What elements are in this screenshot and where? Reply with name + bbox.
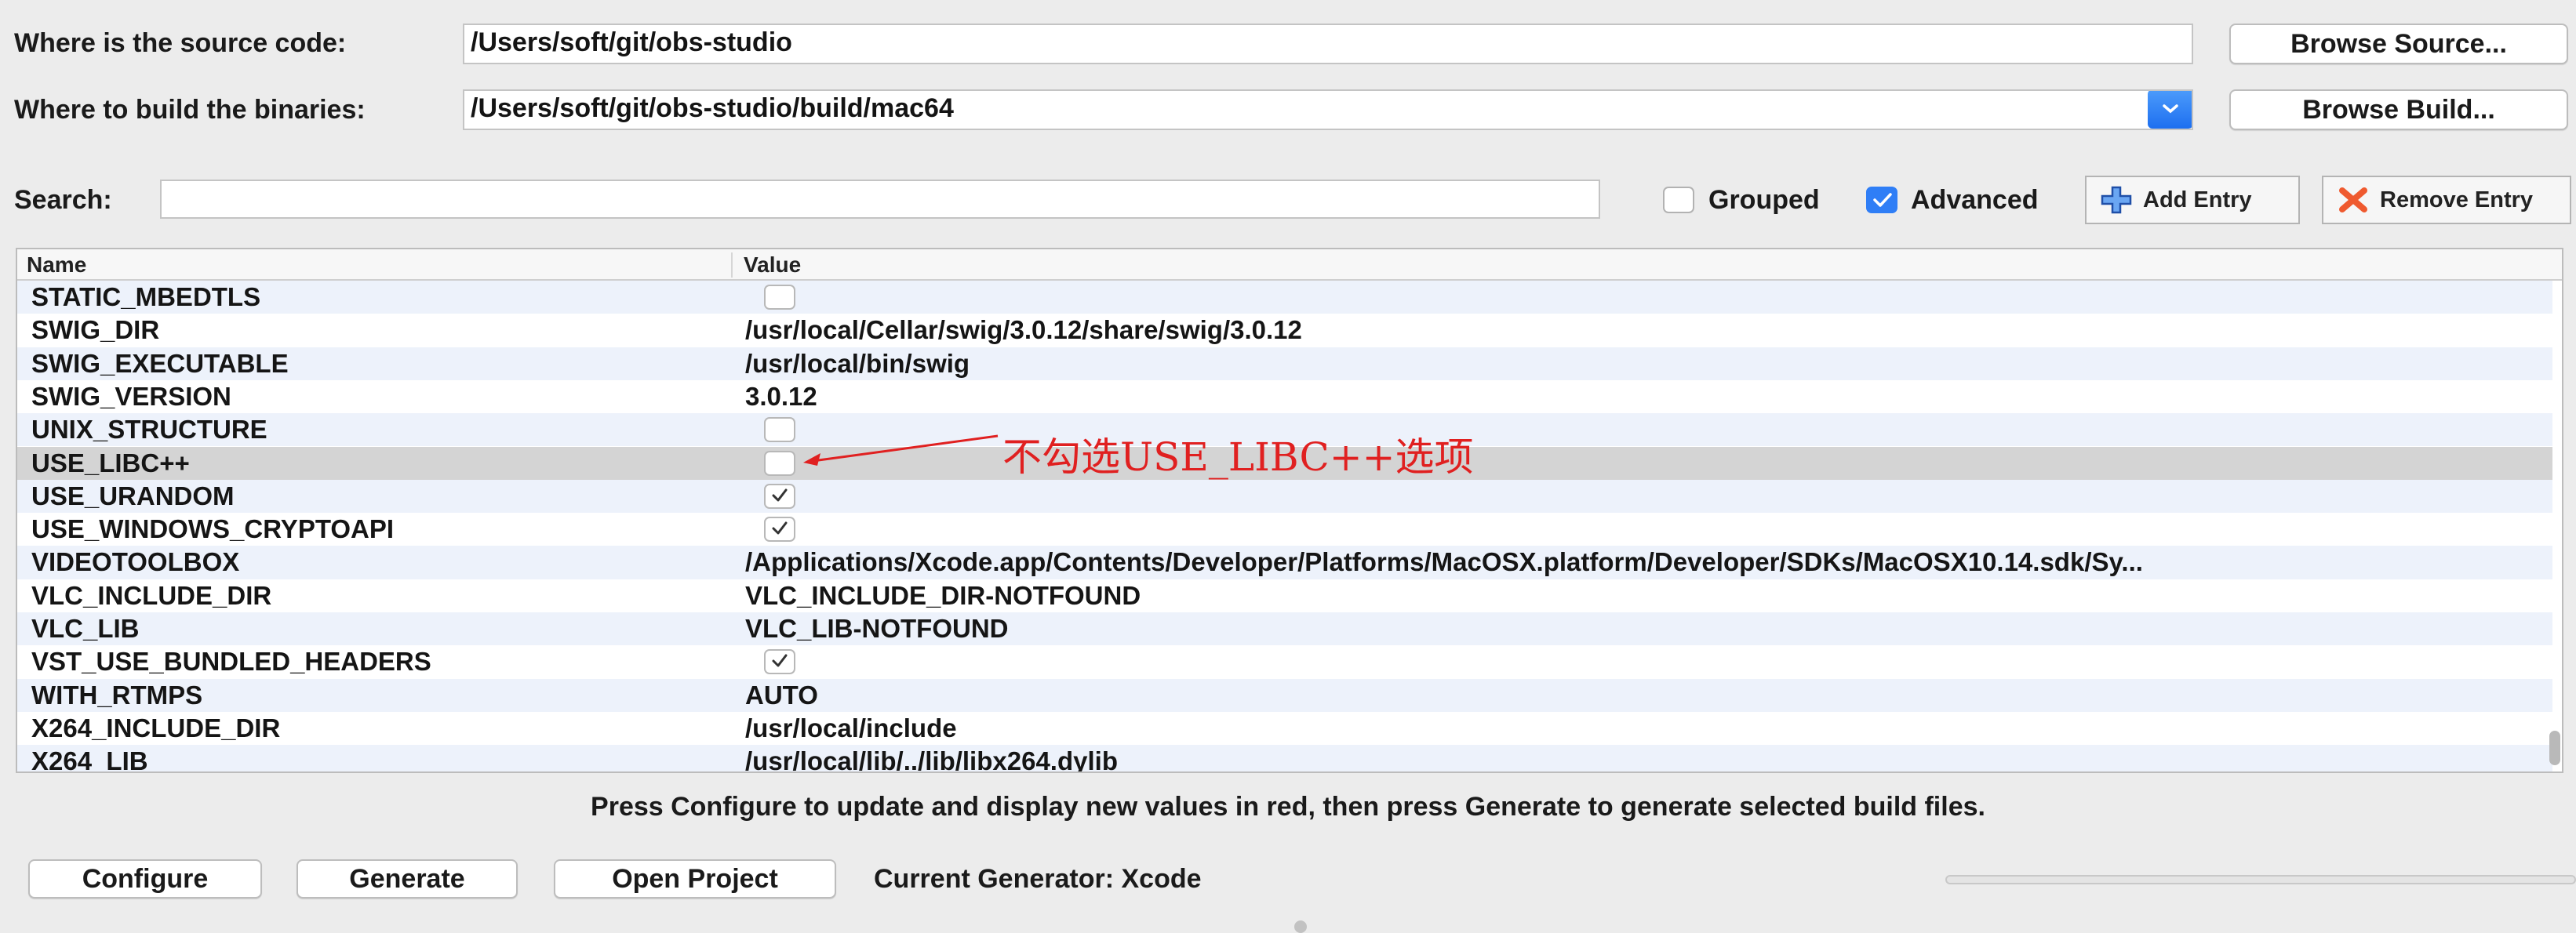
remove-x-icon [2338,186,2369,214]
column-header-value[interactable]: Value [744,252,801,278]
scroll-thumb[interactable] [2549,731,2560,765]
table-row[interactable]: STATIC_MBEDTLS [17,281,2552,314]
cell-name: VIDEOTOOLBOX [31,547,240,577]
remove-entry-label: Remove Entry [2380,187,2534,212]
build-path-value: /Users/soft/git/obs-studio/build/mac64 [471,93,954,123]
cell-name: USE_URANDOM [31,481,235,510]
cell-value[interactable]: /Applications/Xcode.app/Contents/Develop… [745,546,2545,579]
column-divider[interactable] [731,252,733,278]
cell-name: SWIG_DIR [31,315,160,345]
table-row[interactable]: VLC_LIB VLC_LIB-NOTFOUND [17,612,2552,646]
cell-name: STATIC_MBEDTLS [31,282,261,311]
build-label: Where to build the binaries: [14,95,366,125]
cell-name: USE_LIBC++ [31,448,190,477]
table-row[interactable]: SWIG_VERSION 3.0.12 [17,380,2552,413]
cell-name: VLC_LIB [31,614,140,643]
advanced-label: Advanced [1911,185,2039,215]
grouped-checkbox[interactable] [1663,187,1694,213]
column-header-name[interactable]: Name [27,252,86,278]
cell-value[interactable]: AUTO [745,679,2545,712]
cell-name: USE_WINDOWS_CRYPTOAPI [31,514,395,544]
table-row[interactable]: SWIG_EXECUTABLE/usr/local/bin/swig [17,347,2552,380]
remove-entry-button[interactable]: Remove Entry [2322,176,2571,224]
plus-icon [2101,186,2132,214]
table-row[interactable]: VST_USE_BUNDLED_HEADERS [17,645,2552,678]
chevron-down-icon[interactable] [2148,91,2192,129]
cell-value[interactable]: /usr/local/lib/../lib/libx264.dylib [745,745,2545,771]
search-input[interactable] [160,180,1600,219]
cell-name: UNIX_STRUCTURE [31,415,267,445]
value-checkbox[interactable] [764,517,795,543]
value-checkbox[interactable] [764,285,795,310]
configure-button[interactable]: Configure [28,859,262,899]
current-generator: Current Generator: Xcode [874,864,1202,894]
source-label: Where is the source code: [14,28,347,58]
advanced-checkbox[interactable] [1866,187,1897,213]
search-label: Search: [14,185,112,215]
cell-value[interactable]: /usr/local/include [745,712,2545,745]
cell-value[interactable]: /usr/local/bin/swig [745,347,2545,380]
table-row[interactable]: VIDEOTOOLBOX/Applications/Xcode.app/Cont… [17,546,2552,579]
cell-value[interactable]: /usr/local/Cellar/swig/3.0.12/share/swig… [745,314,2545,347]
cell-name: X264_INCLUDE_DIR [31,713,281,742]
browse-source-button[interactable]: Browse Source... [2229,24,2568,64]
value-checkbox[interactable] [764,450,795,476]
table-header: Name Value [17,249,2562,281]
annotation-arrow-icon [803,434,999,466]
cell-name: VST_USE_BUNDLED_HEADERS [31,647,431,677]
table-row[interactable]: VLC_INCLUDE_DIR VLC_INCLUDE_DIR-NOTFOUND [17,579,2552,612]
build-path-combo[interactable]: /Users/soft/git/obs-studio/build/mac64 [463,89,2193,130]
browse-build-button[interactable]: Browse Build... [2229,89,2568,130]
value-checkbox[interactable] [764,483,795,509]
value-checkbox[interactable] [764,649,795,675]
cache-table[interactable]: Name Value STATIC_MBEDTLS SWIG_DIR/usr/lo… [16,248,2563,773]
value-checkbox[interactable] [764,417,795,443]
cell-value[interactable]: VLC_LIB-NOTFOUND [745,612,2545,645]
grouped-label: Grouped [1708,185,1820,215]
generate-button[interactable]: Generate [297,859,518,899]
table-scrollbar[interactable] [2549,281,2562,771]
cell-name: VLC_INCLUDE_DIR [31,580,272,610]
table-row[interactable]: USE_WINDOWS_CRYPTOAPI [17,513,2552,546]
cell-name: WITH_RTMPS [31,680,203,710]
annotation-text: 不勾选USE_LIBC++选项 [1002,434,1474,480]
resize-handle[interactable] [1294,920,1307,933]
cell-name: X264_LIB [31,746,148,773]
table-row[interactable]: X264_LIB/usr/local/lib/../lib/libx264.dy… [17,745,2552,773]
add-entry-button[interactable]: Add Entry [2085,176,2300,224]
table-row[interactable]: SWIG_DIR/usr/local/Cellar/swig/3.0.12/sh… [17,314,2552,347]
source-path-input[interactable]: /Users/soft/git/obs-studio [463,24,2193,64]
add-entry-label: Add Entry [2143,187,2252,212]
cell-name: SWIG_EXECUTABLE [31,348,289,378]
table-row[interactable]: X264_INCLUDE_DIR/usr/local/include [17,712,2552,745]
cell-name: SWIG_VERSION [31,381,231,411]
cell-value[interactable]: 3.0.12 [745,380,2545,413]
cell-value[interactable]: VLC_INCLUDE_DIR-NOTFOUND [745,579,2545,612]
table-row[interactable]: WITH_RTMPS AUTO [17,678,2552,712]
configure-hint: Press Configure to update and display ne… [591,792,1985,822]
table-row[interactable]: USE_URANDOM [17,479,2552,514]
open-project-button[interactable]: Open Project [554,859,836,899]
progress-bar [1945,875,2576,884]
